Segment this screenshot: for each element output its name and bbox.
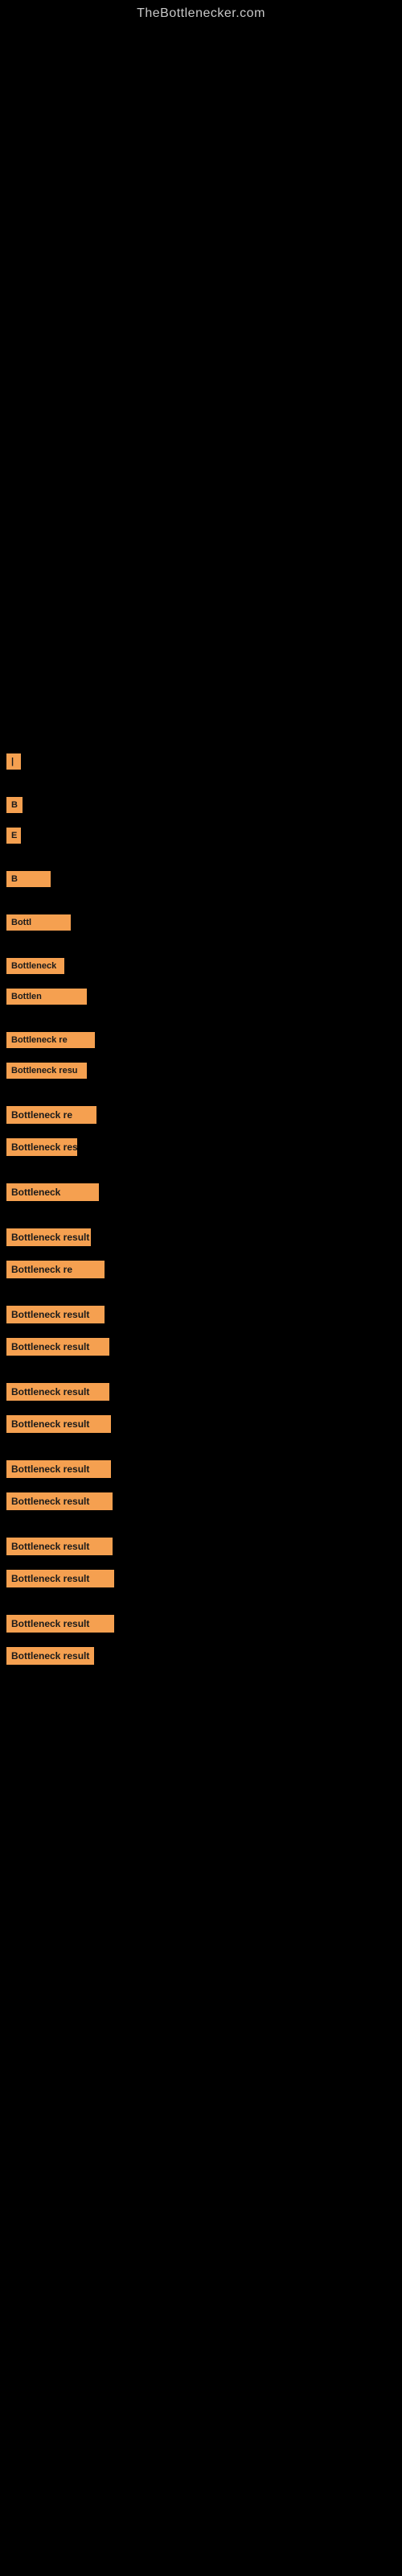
result-label-1[interactable]: |	[6, 753, 21, 770]
result-row-21: Bottleneck result	[0, 1536, 402, 1557]
result-label-21[interactable]: Bottleneck result	[6, 1538, 113, 1555]
result-label-23[interactable]: Bottleneck result	[6, 1615, 114, 1633]
result-label-10[interactable]: Bottleneck re	[6, 1106, 96, 1124]
result-label-6[interactable]: Bottleneck	[6, 958, 64, 974]
result-row-7: Bottlen	[0, 987, 402, 1006]
result-row-12: Bottleneck	[0, 1182, 402, 1203]
result-row-23: Bottleneck result	[0, 1613, 402, 1634]
result-label-4[interactable]: B	[6, 871, 51, 887]
result-row-16: Bottleneck result	[0, 1336, 402, 1357]
result-row-2: B	[0, 795, 402, 815]
result-row-3: E	[0, 826, 402, 845]
site-title-wrapper: TheBottlenecker.com	[0, 0, 402, 27]
result-label-5[interactable]: Bottl	[6, 914, 71, 931]
result-label-3[interactable]: E	[6, 828, 21, 844]
result-label-17[interactable]: Bottleneck result	[6, 1383, 109, 1401]
result-label-24[interactable]: Bottleneck result	[6, 1647, 94, 1665]
result-label-13[interactable]: Bottleneck result	[6, 1228, 91, 1246]
result-row-18: Bottleneck result	[0, 1414, 402, 1435]
result-label-9[interactable]: Bottleneck resu	[6, 1063, 87, 1079]
results-container: | B E B Bottl Bottleneck Bottlen Bottlen…	[0, 349, 402, 1666]
result-row-22: Bottleneck result	[0, 1568, 402, 1589]
result-row-24: Bottleneck result	[0, 1645, 402, 1666]
result-row-15: Bottleneck result	[0, 1304, 402, 1325]
result-label-7[interactable]: Bottlen	[6, 989, 87, 1005]
result-label-2[interactable]: B	[6, 797, 23, 813]
result-row-14: Bottleneck re	[0, 1259, 402, 1280]
result-row-9: Bottleneck resu	[0, 1061, 402, 1080]
site-title: TheBottlenecker.com	[0, 0, 402, 27]
result-label-22[interactable]: Bottleneck result	[6, 1570, 114, 1587]
result-label-19[interactable]: Bottleneck result	[6, 1460, 111, 1478]
result-row-11: Bottleneck res	[0, 1137, 402, 1158]
result-row-6: Bottleneck	[0, 956, 402, 976]
result-label-8[interactable]: Bottleneck re	[6, 1032, 95, 1048]
result-row-5: Bottl	[0, 913, 402, 932]
result-row-10: Bottleneck re	[0, 1104, 402, 1125]
result-row-4: B	[0, 869, 402, 889]
result-label-16[interactable]: Bottleneck result	[6, 1338, 109, 1356]
result-label-11[interactable]: Bottleneck res	[6, 1138, 77, 1156]
result-label-20[interactable]: Bottleneck result	[6, 1492, 113, 1510]
result-row-20: Bottleneck result	[0, 1491, 402, 1512]
result-label-14[interactable]: Bottleneck re	[6, 1261, 105, 1278]
result-label-18[interactable]: Bottleneck result	[6, 1415, 111, 1433]
result-row-13: Bottleneck result	[0, 1227, 402, 1248]
result-row-17: Bottleneck result	[0, 1381, 402, 1402]
result-row-19: Bottleneck result	[0, 1459, 402, 1480]
result-row-1: |	[0, 349, 402, 771]
result-row-8: Bottleneck re	[0, 1030, 402, 1050]
result-label-15[interactable]: Bottleneck result	[6, 1306, 105, 1323]
result-label-12[interactable]: Bottleneck	[6, 1183, 99, 1201]
